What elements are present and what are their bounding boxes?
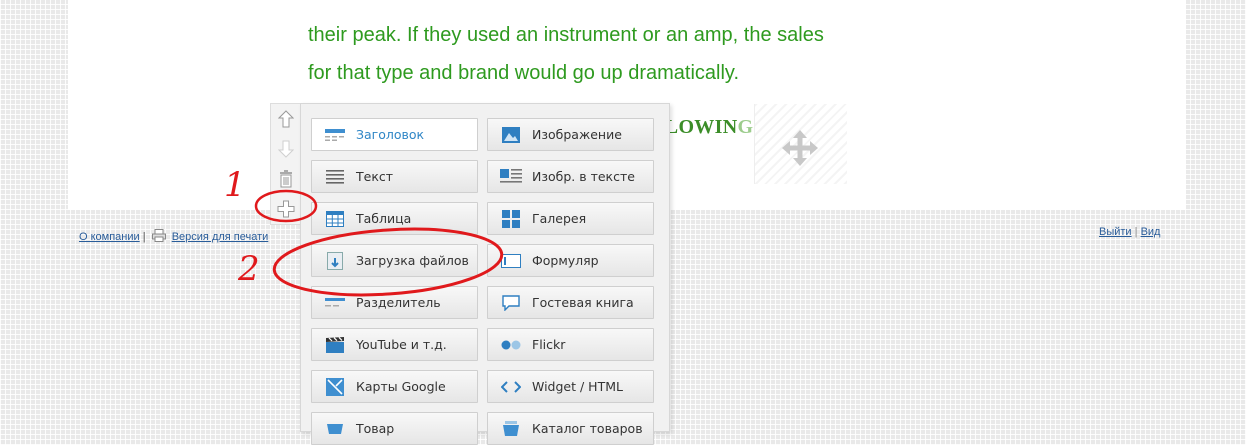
add-element-menu: Заголовок Текст Таблица Загрузка файлов … (300, 103, 670, 445)
table-icon (324, 209, 346, 229)
printer-icon (151, 229, 166, 245)
menu-item-catalog[interactable]: Каталог товаров (487, 412, 654, 445)
menu-item-image[interactable]: Изображение (487, 118, 654, 151)
menu-item-label: Flickr (532, 337, 566, 352)
move-up-icon[interactable] (277, 110, 295, 128)
trash-icon[interactable] (277, 170, 295, 188)
menu-item-label: YouTube и т.д. (356, 337, 447, 352)
menu-item-product[interactable]: Товар (311, 412, 478, 445)
footer-separator: | (142, 231, 146, 243)
menu-item-label: Текст (356, 169, 394, 184)
heading-icon (324, 125, 346, 145)
menu-item-label: Разделитель (356, 295, 441, 310)
divider-icon (324, 293, 346, 313)
element-side-toolbar (270, 103, 301, 225)
menu-item-gallery[interactable]: Галерея (487, 202, 654, 235)
menu-item-label: Гостевая книга (532, 295, 634, 310)
menu-item-flickr[interactable]: Flickr (487, 328, 654, 361)
company-link[interactable]: О компании (79, 231, 140, 243)
add-element-icon[interactable] (277, 200, 295, 218)
heading-fragment-faded: G (737, 116, 754, 138)
menu-item-label: Изображение (532, 127, 622, 142)
paragraph-line-1: their peak. If they used an instrument o… (308, 24, 824, 46)
move-down-icon[interactable] (277, 140, 295, 158)
menu-item-divider[interactable]: Разделитель (311, 286, 478, 319)
menu-item-widget-html[interactable]: Widget / HTML (487, 370, 654, 403)
paragraph-line-2: for that type and brand would go up dram… (308, 62, 739, 84)
guestbook-icon (500, 293, 522, 313)
menu-item-heading[interactable]: Заголовок (311, 118, 478, 151)
footer-separator-2: | (1134, 226, 1138, 238)
catalog-icon (500, 419, 522, 439)
image-icon (500, 125, 522, 145)
form-icon (500, 251, 522, 271)
text-icon (324, 167, 346, 187)
menu-item-label: Галерея (532, 211, 587, 226)
menu-item-google-maps[interactable]: Карты Google (311, 370, 478, 403)
image-in-text-icon (500, 167, 522, 187)
file-upload-icon (324, 251, 346, 271)
menu-item-label: Таблица (356, 211, 412, 226)
logout-link[interactable]: Выйти (1099, 226, 1132, 238)
footer-left: О компании | Версия для печати (79, 229, 268, 245)
menu-item-video[interactable]: YouTube и т.д. (311, 328, 478, 361)
menu-item-table[interactable]: Таблица (311, 202, 478, 235)
menu-item-label: Каталог товаров (532, 421, 643, 436)
print-version-link[interactable]: Версия для печати (172, 231, 269, 243)
move-handle-icon[interactable] (782, 130, 818, 170)
menu-item-label: Widget / HTML (532, 379, 623, 394)
menu-item-guestbook[interactable]: Гостевая книга (487, 286, 654, 319)
view-link[interactable]: Вид (1141, 226, 1161, 238)
menu-item-form[interactable]: Формуляр (487, 244, 654, 277)
widget-icon (500, 377, 522, 397)
menu-item-image-in-text[interactable]: Изобр. в тексте (487, 160, 654, 193)
flickr-icon (500, 335, 522, 355)
menu-item-label: Товар (356, 421, 395, 436)
menu-item-label: Загрузка файлов (356, 253, 469, 268)
footer-right: Выйти | Вид (1099, 226, 1160, 238)
menu-item-file-upload[interactable]: Загрузка файлов (311, 244, 478, 277)
menu-item-label: Заголовок (356, 127, 425, 142)
annotation-number-2: 2 (237, 249, 260, 289)
menu-item-label: Изобр. в тексте (532, 169, 635, 184)
menu-item-text[interactable]: Текст (311, 160, 478, 193)
video-icon (324, 335, 346, 355)
map-icon (324, 377, 346, 397)
menu-item-label: Карты Google (356, 379, 446, 394)
gallery-icon (500, 209, 522, 229)
menu-item-label: Формуляр (532, 253, 599, 268)
product-icon (324, 419, 346, 439)
